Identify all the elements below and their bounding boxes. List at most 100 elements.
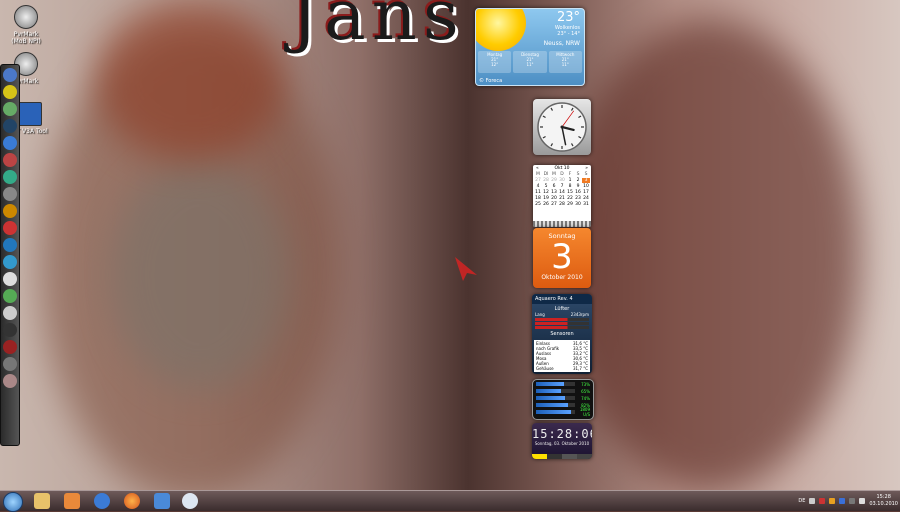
calendar-day[interactable]: 20 (550, 196, 558, 201)
forecast-day: Dienstag 21° 11° (513, 51, 547, 73)
date-gadget[interactable]: Sonntag 3 Oktober 2010 (533, 228, 591, 288)
calendar-day[interactable]: 27 (550, 202, 558, 207)
calendar-day[interactable]: 13 (550, 190, 558, 195)
calendar-day[interactable]: 7 (558, 184, 566, 189)
dock-item-dark[interactable] (3, 323, 17, 337)
calendar-day[interactable]: 21 (558, 196, 566, 201)
aquaero-gadget[interactable]: Aquaero Rev. 4 Lüfter Lang 2343rpm Senso… (532, 294, 592, 374)
tray-network-icon[interactable] (849, 498, 856, 504)
calendar-day[interactable]: 16 (574, 190, 582, 195)
weather-provider[interactable]: © Foreca (479, 78, 502, 84)
fan-label: Lang (535, 312, 545, 317)
desktop-icon-pvrmark-mob[interactable]: PvrMark (MoB NPI) (6, 5, 46, 45)
calendar-day[interactable]: 17 (582, 190, 590, 195)
calendar-next-button[interactable]: » (585, 166, 588, 171)
dock-item-green[interactable] (3, 170, 17, 184)
calendar-day[interactable]: 14 (558, 190, 566, 195)
fan-bar (535, 318, 589, 321)
analog-clock-gadget[interactable] (533, 99, 591, 155)
calendar-day[interactable]: 30 (574, 202, 582, 207)
meter-value: 73% (581, 381, 590, 387)
tray-shield-icon[interactable] (829, 498, 836, 504)
calendar-day[interactable]: 6 (550, 184, 558, 189)
calendar-day[interactable]: 18 (534, 196, 542, 201)
dock-item-misc[interactable] (3, 374, 17, 388)
calendar-day[interactable]: 28 (558, 202, 566, 207)
dock-item-red-2[interactable] (3, 340, 17, 354)
dock-item-apps[interactable] (3, 153, 17, 167)
app-icon (18, 102, 42, 126)
media-player-taskbar-icon[interactable] (64, 493, 80, 509)
calendar-prev-button[interactable]: « (536, 166, 539, 171)
dock-item-printer[interactable] (3, 306, 17, 320)
dock-item-disk-2[interactable] (3, 272, 17, 286)
dock-item-warning[interactable] (3, 85, 17, 99)
calendar-day[interactable]: 9 (574, 184, 582, 189)
calendar-day[interactable]: 12 (542, 190, 550, 195)
aquaero-sensor-list: Einlass 31,6 °C nach Grafik 33,5 °C Auslas… (534, 340, 590, 372)
system-tray: DE 15:28 03.10.2010 (798, 491, 898, 511)
dock-item-wheel[interactable] (3, 187, 17, 201)
dock-item-orange[interactable] (3, 204, 17, 218)
calendar-day[interactable]: 1 (566, 178, 574, 183)
calendar-day[interactable]: 28 (542, 178, 550, 183)
digital-clock-date: Sonntag, 03. Oktober 2010 (534, 441, 590, 446)
calendar-day[interactable]: 25 (534, 202, 542, 207)
tray-volume-icon[interactable] (859, 498, 866, 504)
calendar-day[interactable]: 4 (534, 184, 542, 189)
tray-clock[interactable]: 15:28 03.10.2010 (869, 494, 898, 508)
calendar-day[interactable]: 29 (566, 202, 574, 207)
calendar-gadget[interactable]: « Okt 10 » M DI M D F S S 27 28 29 30 1 2 3 4 5 6 7 8 9 10 11… (533, 165, 591, 227)
meter-fill (536, 382, 565, 386)
tray-flag-icon[interactable] (819, 498, 826, 504)
firefox-taskbar-icon[interactable] (124, 493, 140, 509)
side-dock (0, 64, 20, 446)
start-button[interactable] (3, 492, 23, 512)
calendar-day[interactable]: 5 (542, 184, 550, 189)
dock-item-globe[interactable] (3, 68, 17, 82)
tray-chevron-icon[interactable] (809, 498, 816, 504)
calendar-day[interactable]: 8 (566, 184, 574, 189)
calendar-day[interactable]: 19 (542, 196, 550, 201)
calendar-day[interactable]: 11 (534, 190, 542, 195)
forecast-day: Montag 21° 12° (478, 51, 512, 73)
dock-item-bird[interactable] (3, 102, 17, 116)
calendar-day[interactable]: 10 (582, 184, 590, 189)
meter-fill (536, 403, 568, 407)
dock-item-red[interactable] (3, 221, 17, 235)
language-indicator[interactable]: DE (798, 498, 805, 504)
dock-item-disk[interactable] (3, 255, 17, 269)
dock-item-user[interactable] (3, 119, 17, 133)
date-month-year: Oktober 2010 (541, 274, 583, 281)
calendar-day[interactable]: 31 (582, 202, 590, 207)
dock-item-blue[interactable] (3, 238, 17, 252)
sensor-name: Gehäuse (536, 366, 554, 371)
dock-item-network[interactable] (3, 136, 17, 150)
calendar-day[interactable]: 30 (558, 178, 566, 183)
calendar-day[interactable]: 3 (582, 178, 590, 183)
calendar-day[interactable]: 23 (574, 196, 582, 201)
desktop-icon-label: PvrMark (MoB NPI) (11, 31, 41, 45)
calendar-day[interactable]: 2 (574, 178, 582, 183)
weather-gadget[interactable]: 23° Wolkenlos 23° - 14° Neuss, NRW Monta… (475, 8, 585, 86)
meter-gadget[interactable]: 73% 65% 74% 82% 1809 U/S (532, 379, 594, 420)
digital-clock-gadget[interactable]: 15:28:06 Sonntag, 03. Oktober 2010 (532, 423, 592, 459)
explorer-taskbar-icon[interactable] (34, 493, 50, 509)
app-taskbar-icon[interactable] (154, 493, 170, 509)
calendar-day[interactable]: 26 (542, 202, 550, 207)
network-taskbar-icon[interactable] (182, 493, 198, 509)
calendar-day[interactable]: 29 (550, 178, 558, 183)
tray-app-icon[interactable] (839, 498, 846, 504)
calendar-day[interactable]: 24 (582, 196, 590, 201)
fan-bar (535, 326, 589, 329)
dock-item-gray[interactable] (3, 357, 17, 371)
dock-item-tool[interactable] (3, 289, 17, 303)
meter-row: 73% (536, 381, 590, 387)
calendar-day[interactable]: 22 (566, 196, 574, 201)
sun-icon (476, 9, 526, 51)
date-day: 3 (551, 237, 573, 277)
messenger-taskbar-icon[interactable] (94, 493, 110, 509)
meter-fill (536, 389, 562, 393)
calendar-day[interactable]: 15 (566, 190, 574, 195)
calendar-day[interactable]: 27 (534, 178, 542, 183)
